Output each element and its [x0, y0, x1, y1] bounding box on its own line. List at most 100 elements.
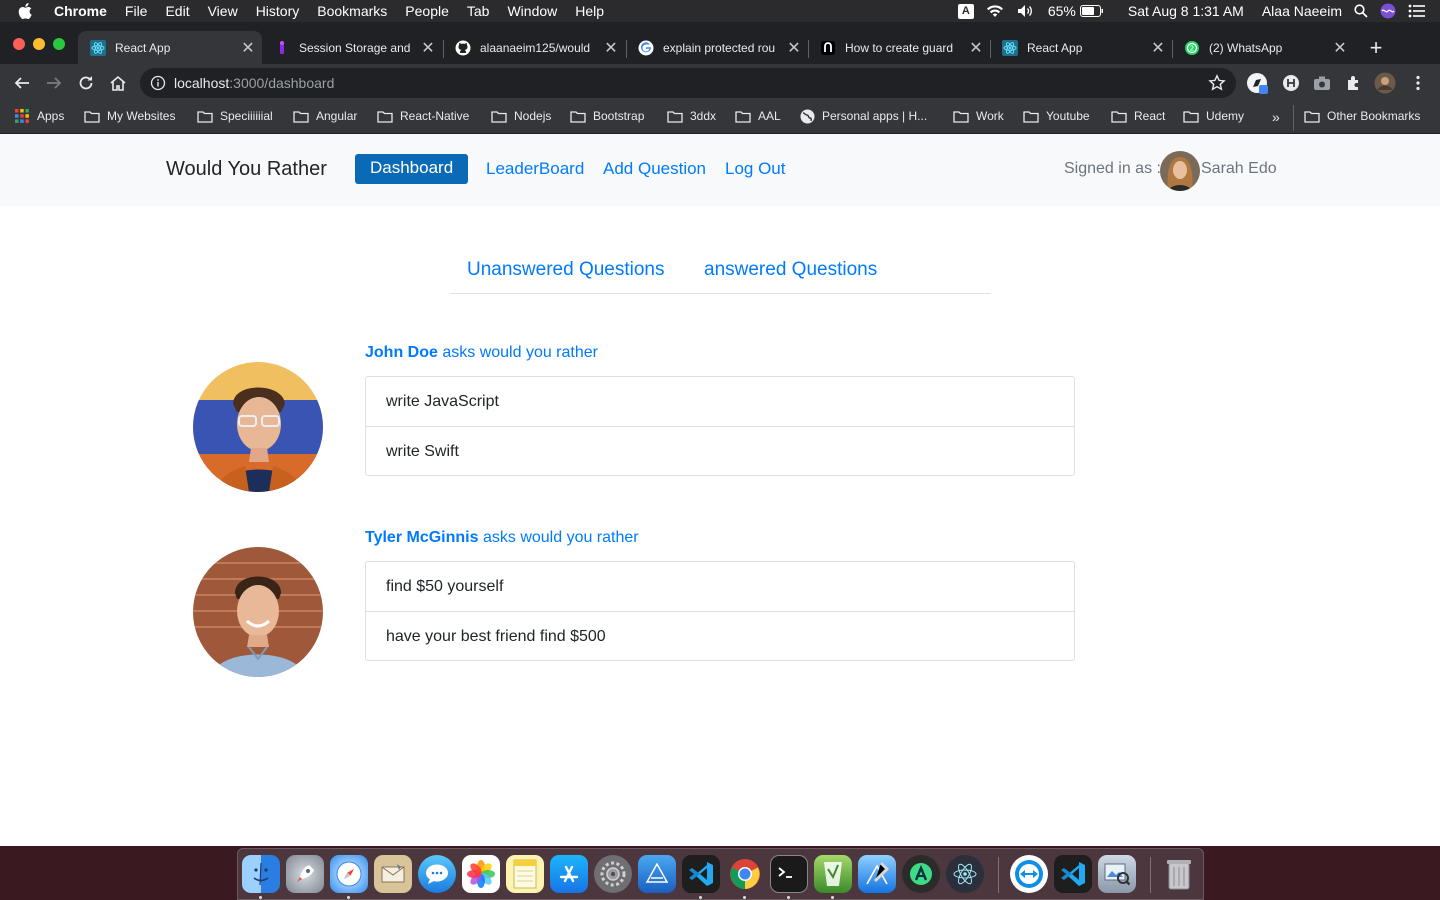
system-preferences-icon[interactable]	[594, 855, 632, 893]
bookmark-star-icon[interactable]	[1208, 74, 1226, 92]
tab-notion[interactable]: How to create guard ✕	[808, 31, 990, 64]
home-button[interactable]	[106, 71, 130, 95]
menu-edit[interactable]: Edit	[156, 3, 198, 19]
teamviewer-icon[interactable]	[1010, 855, 1048, 893]
battery-icon[interactable]	[1079, 5, 1104, 17]
menu-people[interactable]: People	[396, 3, 458, 19]
zoom-window-button[interactable]	[53, 38, 65, 50]
bookmark-personal-apps[interactable]: Personal apps | H...	[799, 109, 927, 123]
sourcetree-icon[interactable]	[814, 855, 852, 893]
tab-github[interactable]: alaanaeim125/would ✕	[443, 31, 625, 64]
chrome-icon[interactable]	[726, 855, 764, 893]
minimize-window-button[interactable]	[33, 38, 45, 50]
bookmark-folder-nodejs[interactable]: Nodejs	[491, 109, 551, 123]
bookmark-folder-react[interactable]: React	[1111, 109, 1165, 123]
terminal-icon[interactable]	[770, 855, 808, 893]
bookmark-folder-work[interactable]: Work	[953, 109, 1004, 123]
preview-icon[interactable]	[1098, 855, 1136, 893]
bookmark-folder-bootstrap[interactable]: Bootstrap	[570, 109, 644, 123]
tab-google-search[interactable]: explain protected rou ✕	[626, 31, 808, 64]
simulator-icon[interactable]	[638, 855, 676, 893]
other-bookmarks-folder[interactable]: Other Bookmarks	[1304, 109, 1420, 123]
close-tab-icon[interactable]: ✕	[962, 38, 990, 58]
menu-app-name[interactable]: Chrome	[50, 3, 116, 19]
messages-icon[interactable]	[418, 855, 456, 893]
chrome-menu-icon[interactable]	[1407, 72, 1429, 94]
tab-answered-questions[interactable]: answered Questions	[704, 259, 877, 281]
reload-button[interactable]	[74, 71, 98, 95]
menu-bookmarks[interactable]: Bookmarks	[308, 3, 396, 19]
vscode-icon[interactable]	[1054, 855, 1092, 893]
trash-icon[interactable]	[1160, 855, 1198, 893]
option-two[interactable]: have your best friend find $500	[366, 611, 1074, 660]
notes-icon[interactable]	[506, 855, 544, 893]
tab-whatsapp[interactable]: 2 (2) WhatsApp ✕	[1172, 31, 1354, 64]
close-tab-icon[interactable]: ✕	[780, 38, 808, 58]
battery-percent[interactable]: 65%	[1048, 3, 1076, 19]
wifi-icon[interactable]	[986, 4, 1004, 18]
bookmarks-overflow-button[interactable]: »	[1272, 109, 1280, 125]
menu-file[interactable]: File	[116, 3, 157, 19]
bookmark-folder-my-websites[interactable]: My Websites	[84, 109, 175, 123]
clock[interactable]: Sat Aug 8 1:31 AM	[1128, 3, 1244, 19]
option-two[interactable]: write Swift	[366, 426, 1074, 475]
nav-dashboard-button[interactable]: Dashboard	[355, 154, 469, 184]
tab-react-app-active[interactable]: React App ✕	[78, 31, 262, 64]
option-one[interactable]: find $50 yourself	[366, 562, 1074, 611]
menu-help[interactable]: Help	[566, 3, 613, 19]
app-store-icon[interactable]	[550, 855, 588, 893]
bookmark-folder-react-native[interactable]: React-Native	[377, 109, 469, 123]
siri-icon[interactable]	[1380, 3, 1396, 19]
menu-history[interactable]: History	[247, 3, 309, 19]
safari-icon[interactable]	[330, 855, 368, 893]
extension-compass-icon[interactable]	[1246, 72, 1268, 94]
electron-icon[interactable]	[946, 855, 984, 893]
bookmark-apps[interactable]: Apps	[14, 109, 64, 123]
photos-icon[interactable]	[462, 855, 500, 893]
address-bar[interactable]: localhost:3000/dashboard	[140, 68, 1236, 98]
site-info-icon[interactable]	[150, 75, 166, 91]
tab-unanswered-questions[interactable]: Unanswered Questions	[467, 259, 665, 281]
tab-react-app-2[interactable]: React App ✕	[990, 31, 1172, 64]
spotlight-icon[interactable]	[1354, 4, 1368, 18]
extensions-puzzle-icon[interactable]	[1343, 72, 1365, 94]
android-studio-icon[interactable]	[902, 855, 940, 893]
finder-icon[interactable]	[242, 855, 280, 893]
forward-button[interactable]	[42, 71, 66, 95]
close-tab-icon[interactable]: ✕	[234, 38, 262, 58]
back-button[interactable]	[10, 71, 34, 95]
menu-tab[interactable]: Tab	[458, 3, 499, 19]
mail-icon[interactable]	[374, 855, 412, 893]
input-source-icon[interactable]: A	[957, 3, 974, 19]
close-tab-icon[interactable]: ✕	[597, 38, 625, 58]
close-tab-icon[interactable]: ✕	[414, 38, 442, 58]
bookmark-folder-youtube[interactable]: Youtube	[1023, 109, 1090, 123]
notification-center-icon[interactable]	[1408, 4, 1426, 18]
bookmark-folder-udemy[interactable]: Udemy	[1183, 109, 1244, 123]
extension-h-icon[interactable]	[1280, 72, 1302, 94]
launchpad-icon[interactable]	[286, 855, 324, 893]
close-window-button[interactable]	[13, 38, 25, 50]
new-tab-button[interactable]: +	[1364, 35, 1388, 60]
bookmark-folder-speciiiiiial[interactable]: Speciiiiiial	[197, 109, 273, 123]
menu-view[interactable]: View	[199, 3, 247, 19]
app-brand[interactable]: Would You Rather	[166, 158, 327, 181]
nav-leaderboard-link[interactable]: LeaderBoard	[486, 159, 584, 179]
close-tab-icon[interactable]: ✕	[1144, 38, 1172, 58]
menu-window[interactable]: Window	[498, 3, 566, 19]
apple-menu-icon[interactable]	[0, 3, 50, 19]
user-menu[interactable]: Alaa Naeeim	[1262, 3, 1342, 19]
nav-add-question-link[interactable]: Add Question	[603, 159, 706, 179]
tab-session-storage[interactable]: Session Storage and ✕	[262, 31, 442, 64]
nav-logout-link[interactable]: Log Out	[725, 159, 786, 179]
profile-avatar-icon[interactable]	[1374, 72, 1396, 94]
bookmark-folder-angular[interactable]: Angular	[293, 109, 357, 123]
bookmark-folder-3ddx[interactable]: 3ddx	[667, 109, 716, 123]
extension-camera-icon[interactable]	[1311, 72, 1333, 94]
bookmark-folder-aal[interactable]: AAL	[735, 109, 781, 123]
close-tab-icon[interactable]: ✕	[1326, 38, 1354, 58]
volume-icon[interactable]	[1016, 4, 1036, 18]
url-text[interactable]: localhost:3000/dashboard	[174, 75, 334, 91]
xcode-icon[interactable]	[858, 855, 896, 893]
option-one[interactable]: write JavaScript	[366, 377, 1074, 426]
